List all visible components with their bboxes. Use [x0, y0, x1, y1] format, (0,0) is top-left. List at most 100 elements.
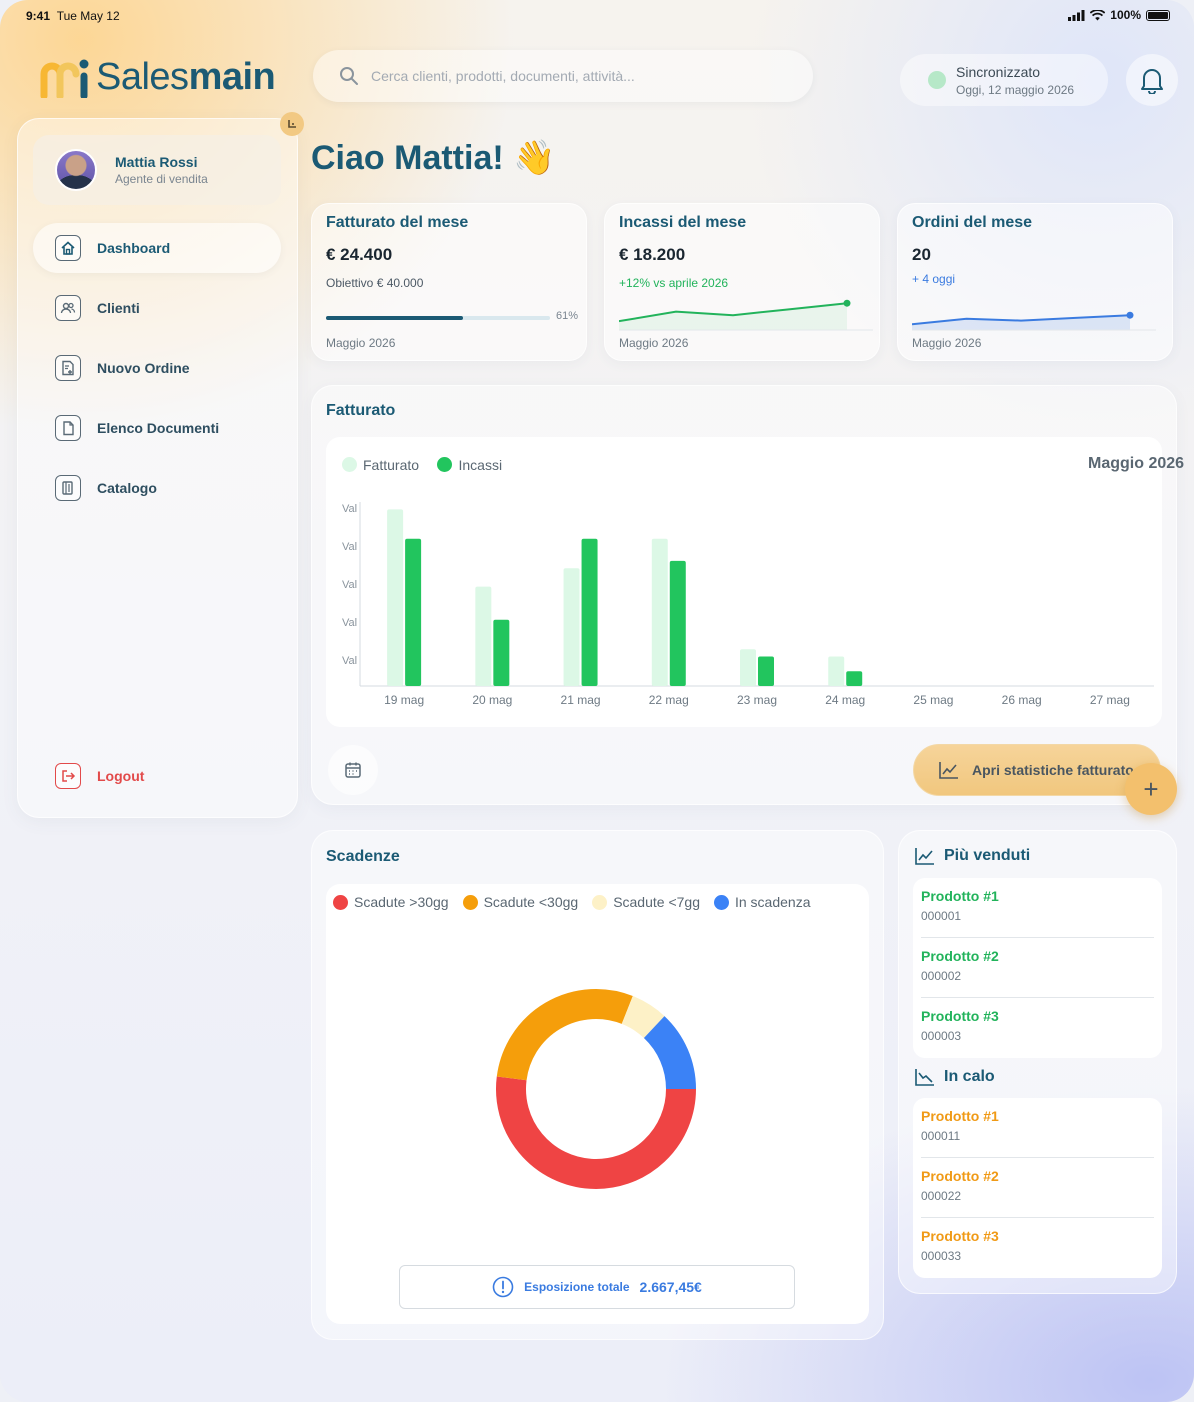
fatturato-title: Fatturato: [326, 402, 396, 419]
sync-status[interactable]: Sincronizzato Oggi, 12 maggio 2026: [900, 54, 1108, 106]
bell-icon: [1141, 69, 1163, 94]
list-item[interactable]: Prodotto #2 000022: [921, 1158, 1154, 1218]
open-stats-label: Apri statistiche fatturato: [972, 762, 1134, 778]
donut-slice-3[interactable]: [643, 1016, 696, 1090]
x-tick-label: 24 mag: [825, 693, 865, 707]
top-products-header: Più venduti: [914, 846, 1030, 866]
search-icon: [340, 67, 358, 85]
sync-date: Oggi, 12 maggio 2026: [956, 82, 1075, 97]
avatar: [55, 149, 97, 191]
bar-incassi-4[interactable]: [758, 656, 774, 686]
date-picker-button[interactable]: [328, 745, 378, 795]
bar-incassi-0[interactable]: [405, 538, 422, 686]
chart-period-label: Maggio 2026: [1088, 455, 1185, 472]
sidebar-item-label: Catalogo: [97, 480, 157, 496]
x-tick-label: 20 mag: [472, 693, 512, 707]
home-icon: [55, 235, 81, 261]
declining-products-header: In calo: [914, 1067, 995, 1087]
app-logo: Salesmain: [40, 56, 276, 99]
kpi-card-ordini[interactable]: Ordini del mese 20 + 4 oggi Maggio 2026: [897, 203, 1173, 361]
bar-incassi-5[interactable]: [846, 671, 863, 686]
product-name: Prodotto #1: [921, 1108, 999, 1124]
y-tick-label: Val: [342, 503, 357, 515]
exposure-value: 2.667,45€: [639, 1279, 702, 1295]
list-item[interactable]: Prodotto #1 000011: [921, 1098, 1154, 1158]
bar-fatturato-0[interactable]: [387, 509, 404, 686]
progress-bar: [326, 316, 550, 320]
sidebar-item-label: Clienti: [97, 300, 140, 316]
open-stats-button[interactable]: Apri statistiche fatturato: [913, 744, 1161, 796]
sidebar-item-nuovo-ordine[interactable]: Nuovo Ordine: [33, 343, 281, 393]
add-button[interactable]: +: [1125, 763, 1177, 815]
ordini-sparkline: [912, 311, 1156, 331]
product-name: Prodotto #1: [921, 888, 999, 904]
exposure-summary[interactable]: Esposizione totale 2.667,45€: [399, 1265, 795, 1309]
kpi-period: Maggio 2026: [619, 336, 689, 350]
logo-text: Salesmain: [96, 56, 276, 98]
sidebar-item-label: Dashboard: [97, 240, 171, 256]
sidebar-item-catalogo[interactable]: Catalogo: [33, 463, 281, 513]
donut-slice-2[interactable]: [621, 996, 665, 1039]
global-search[interactable]: [313, 50, 813, 102]
top-products-list: Prodotto #1 000001 Prodotto #2 000002 Prod…: [913, 878, 1162, 1058]
signal-icon: [1068, 9, 1085, 21]
trend-up-icon: [915, 848, 934, 865]
kpi-target: Obiettivo € 40.000: [326, 276, 424, 290]
bar-incassi-1[interactable]: [493, 619, 510, 686]
legend-fatturato: Fatturato: [363, 456, 420, 473]
scadenze-legend: Scadute >30gg Scadute <30gg Scadute <7gg…: [333, 894, 824, 910]
list-item[interactable]: Prodotto #3 000003: [921, 998, 1154, 1058]
product-code: 000011: [921, 1129, 961, 1143]
progress-fill: [326, 316, 463, 320]
y-tick-label: Val: [342, 617, 357, 629]
chart-legend: Fatturato Incassi: [342, 456, 516, 474]
sidebar-item-dashboard[interactable]: Dashboard: [33, 223, 281, 273]
bar-incassi-2[interactable]: [581, 538, 598, 686]
notifications-button[interactable]: [1126, 54, 1178, 106]
list-item[interactable]: Prodotto #2 000002: [921, 938, 1154, 998]
list-item[interactable]: Prodotto #3 000033: [921, 1218, 1154, 1278]
trend-down-icon: [915, 1069, 934, 1086]
sidebar-item-elenco-documenti[interactable]: Elenco Documenti: [33, 403, 281, 453]
list-item[interactable]: Prodotto #1 000001: [921, 878, 1154, 938]
status-indicators: 100%: [1068, 8, 1170, 22]
y-tick-label: Val: [342, 541, 357, 553]
sync-status-dot: [928, 71, 946, 89]
donut-slice-1[interactable]: [496, 989, 633, 1081]
bar-fatturato-1[interactable]: [475, 586, 492, 686]
legend-incassi: Incassi: [458, 456, 503, 473]
search-input[interactable]: [371, 68, 791, 84]
wifi-icon: [1090, 9, 1106, 20]
bar-fatturato-2[interactable]: [563, 568, 580, 686]
user-profile-card[interactable]: Mattia Rossi Agente di vendita: [33, 135, 281, 205]
plus-icon: +: [1143, 773, 1159, 804]
bar-fatturato-4[interactable]: [740, 649, 756, 686]
donut-slice-0[interactable]: [496, 1076, 696, 1189]
declining-products-title: In calo: [944, 1068, 995, 1085]
bar-incassi-3[interactable]: [669, 560, 686, 686]
product-name: Prodotto #2: [921, 948, 999, 964]
x-tick-label: 21 mag: [561, 693, 601, 707]
kpi-trend: +12% vs aprile 2026: [619, 276, 729, 290]
product-code: 000033: [921, 1249, 962, 1263]
sidebar-collapse-button[interactable]: [280, 112, 304, 136]
sync-title: Sincronizzato: [956, 63, 1041, 80]
status-time: 9:41 Tue May 12: [26, 9, 120, 23]
collapse-icon: [288, 120, 296, 128]
chart-line-icon: [939, 762, 958, 779]
page-title: Ciao Mattia! 👋: [311, 139, 556, 177]
top-products-title: Più venduti: [944, 847, 1031, 864]
bar-fatturato-3[interactable]: [651, 538, 668, 686]
bar-fatturato-5[interactable]: [828, 656, 845, 686]
kpi-title: Fatturato del mese: [326, 214, 469, 231]
sidebar-item-clienti[interactable]: Clienti: [33, 283, 281, 333]
sparkline-endpoint: [1126, 311, 1134, 319]
kpi-card-fatturato[interactable]: Fatturato del mese € 24.400 Obiettivo € …: [311, 203, 587, 361]
users-icon: [55, 295, 81, 321]
product-name: Prodotto #3: [921, 1008, 999, 1024]
x-tick-label: 25 mag: [913, 693, 953, 707]
logout-button[interactable]: Logout: [33, 751, 281, 801]
battery-percent: 100%: [1110, 8, 1141, 22]
kpi-card-incassi[interactable]: Incassi del mese € 18.200 +12% vs aprile…: [604, 203, 880, 361]
user-name: Mattia Rossi: [115, 154, 198, 170]
